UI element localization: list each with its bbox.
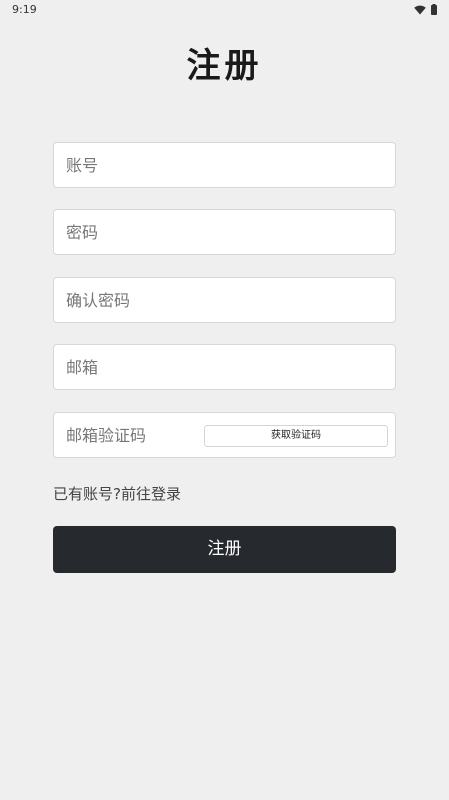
email-input[interactable] <box>66 345 386 389</box>
account-field <box>53 142 396 188</box>
status-icons <box>414 4 437 15</box>
login-link[interactable]: 已有账号?前往登录 <box>53 483 181 504</box>
battery-icon <box>431 4 437 15</box>
email-field <box>53 344 396 390</box>
confirm-password-field <box>53 277 396 323</box>
status-bar: 9:19 <box>0 0 449 20</box>
password-field <box>53 209 396 255</box>
email-code-field: 获取验证码 <box>53 412 396 458</box>
account-input[interactable] <box>66 143 386 187</box>
password-input[interactable] <box>66 210 386 254</box>
wifi-icon <box>414 5 426 15</box>
get-code-button[interactable]: 获取验证码 <box>204 425 388 447</box>
page-title: 注册 <box>186 46 263 86</box>
register-button[interactable]: 注册 <box>53 526 396 573</box>
confirm-password-input[interactable] <box>66 278 386 322</box>
status-time: 9:19 <box>12 3 37 16</box>
email-code-input[interactable] <box>66 413 201 457</box>
